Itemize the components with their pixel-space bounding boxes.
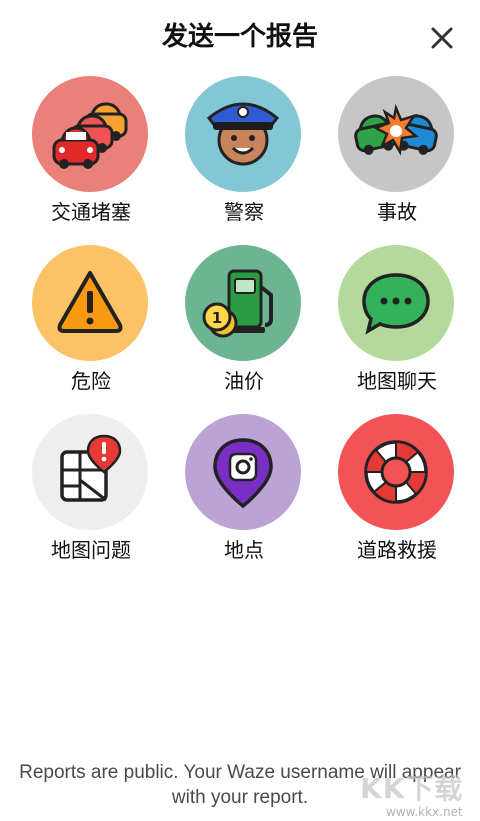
tile-label: 警察 — [224, 200, 264, 224]
tile-label: 地图问题 — [51, 538, 131, 562]
camera-pin-icon — [213, 438, 273, 509]
tile-label: 地点 — [224, 538, 264, 562]
tile-label: 交通堵塞 — [51, 200, 131, 224]
tile-label: 道路救援 — [357, 538, 437, 562]
tile-hazard[interactable]: 危险 — [16, 245, 166, 405]
tile-police[interactable]: 警察 — [169, 76, 319, 236]
car-crash-icon — [354, 103, 438, 156]
tile-map-chat[interactable]: 地图聊天 — [322, 245, 472, 405]
police-officer-icon — [206, 102, 280, 166]
watermark: KK下载 www.kkx.net — [360, 765, 478, 819]
tile-gas[interactable]: 1 油价 — [169, 245, 319, 405]
police-circle — [185, 76, 301, 192]
map-issue-icon — [60, 434, 122, 502]
hazard-circle — [32, 245, 148, 361]
watermark-brand: KK下载 — [360, 772, 464, 805]
chat-bubble-icon — [362, 273, 430, 335]
tile-label: 地图聊天 — [357, 369, 437, 393]
roadside-circle — [338, 414, 454, 530]
traffic-jam-circle — [32, 76, 148, 192]
tile-place[interactable]: 地点 — [169, 414, 319, 574]
tile-traffic-jam[interactable]: 交通堵塞 — [16, 76, 166, 236]
traffic-jam-icon — [52, 102, 128, 169]
lifebuoy-icon — [364, 440, 428, 504]
map-issue-circle — [32, 414, 148, 530]
tile-crash[interactable]: 事故 — [322, 76, 472, 236]
tile-map-issue[interactable]: 地图问题 — [16, 414, 166, 574]
report-header: 发送一个报告 — [0, 0, 480, 72]
page-title: 发送一个报告 — [161, 22, 318, 52]
svg-text:1: 1 — [212, 309, 222, 327]
gas-pump-icon: 1 — [202, 269, 273, 338]
gas-circle: 1 — [185, 245, 301, 361]
tile-roadside-help[interactable]: 道路救援 — [322, 414, 472, 574]
close-icon — [431, 27, 453, 49]
place-circle — [185, 414, 301, 530]
chat-circle — [338, 245, 454, 361]
hazard-warning-icon — [57, 271, 123, 333]
watermark-domain: www.kkx.net — [386, 805, 463, 819]
tile-label: 事故 — [377, 200, 417, 224]
tile-label: 危险 — [71, 369, 111, 393]
tile-label: 油价 — [224, 369, 264, 393]
crash-circle — [338, 76, 454, 192]
close-button[interactable] — [426, 22, 458, 54]
